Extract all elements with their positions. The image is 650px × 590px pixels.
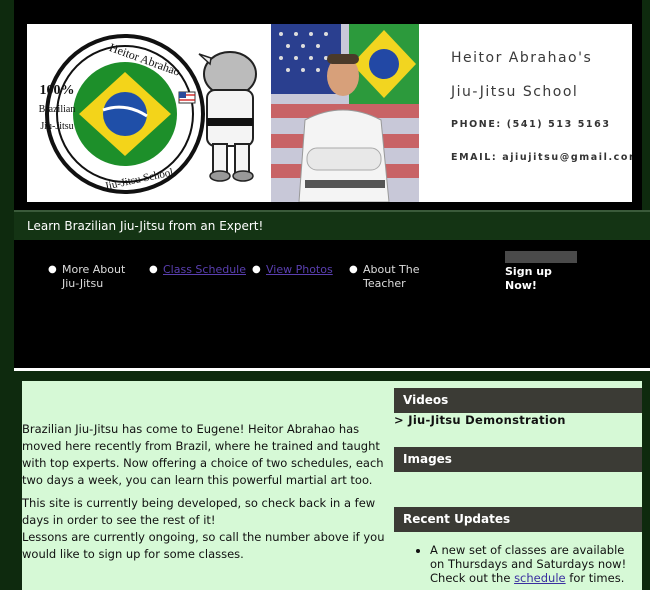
- logo-percent: 100%: [40, 83, 75, 98]
- schedule-link[interactable]: schedule: [514, 571, 566, 585]
- bullet-icon: ●: [349, 264, 358, 275]
- nav-item-class-schedule[interactable]: ● Class Schedule: [149, 263, 246, 277]
- recent-updates-heading: Recent Updates: [394, 507, 642, 532]
- nav-label: About The Teacher: [363, 263, 420, 290]
- left-frame: [0, 0, 14, 590]
- signup-link[interactable]: Sign up Now!: [505, 265, 575, 293]
- video-link[interactable]: > Jiu-Jitsu Demonstration: [394, 413, 566, 427]
- school-logo: Heitor Abrahao Jiu-Jitsu School 100% Bra…: [27, 24, 271, 202]
- intro-text: Brazilian Jiu-Jitsu has come to Eugene! …: [22, 421, 392, 569]
- tagline-bar: Learn Brazilian Jiu-Jitsu from an Expert…: [14, 210, 650, 240]
- email-address: EMAIL: ajiujitsu@gmail.com: [451, 152, 632, 163]
- class-schedule-link[interactable]: Class Schedule: [163, 263, 246, 276]
- banner-title-line1: Heitor Abrahao's: [451, 50, 593, 66]
- intro-paragraph-1: Brazilian Jiu-Jitsu has come to Eugene! …: [22, 422, 384, 487]
- bullet-icon: ●: [48, 264, 57, 275]
- tagline-text: Learn Brazilian Jiu-Jitsu from an Expert…: [27, 219, 264, 233]
- intro-paragraph-3: Lessons are currently ongoing, so call t…: [22, 530, 385, 561]
- main-nav: ● More About Jiu-Jitsu ● Class Schedule …: [14, 240, 650, 368]
- nav-item-about-teacher[interactable]: ● About The Teacher: [349, 263, 423, 291]
- phone-number: PHONE: (541) 513 5163: [451, 119, 611, 130]
- update-text-end: for times.: [565, 571, 625, 585]
- bullet-icon: ●: [252, 264, 261, 275]
- header-banner: Heitor Abrahao Jiu-Jitsu School 100% Bra…: [27, 24, 632, 202]
- teacher-photo: [271, 24, 419, 202]
- intro-paragraph-2: This site is currently being developed, …: [22, 496, 376, 527]
- banner-contact: Heitor Abrahao's Jiu-Jitsu School PHONE:…: [419, 24, 632, 202]
- nav-item-view-photos[interactable]: ● View Photos: [252, 263, 333, 277]
- nav-label: More About Jiu-Jitsu: [62, 263, 126, 290]
- images-heading: Images: [394, 447, 642, 472]
- videos-heading: Videos: [394, 388, 642, 413]
- bullet-icon: ●: [149, 264, 158, 275]
- signup-bar: [505, 251, 577, 263]
- logo-line2: Jiu-Jitsu: [40, 121, 73, 132]
- banner-title-line2: Jiu-Jitsu School: [451, 84, 579, 100]
- nav-item-more-about[interactable]: ● More About Jiu-Jitsu: [48, 263, 132, 291]
- updates-list: A new set of classes are available on Th…: [416, 543, 642, 585]
- view-photos-link[interactable]: View Photos: [266, 263, 333, 276]
- update-item: A new set of classes are available on Th…: [430, 543, 642, 585]
- logo-line1: Brazilian: [39, 104, 76, 115]
